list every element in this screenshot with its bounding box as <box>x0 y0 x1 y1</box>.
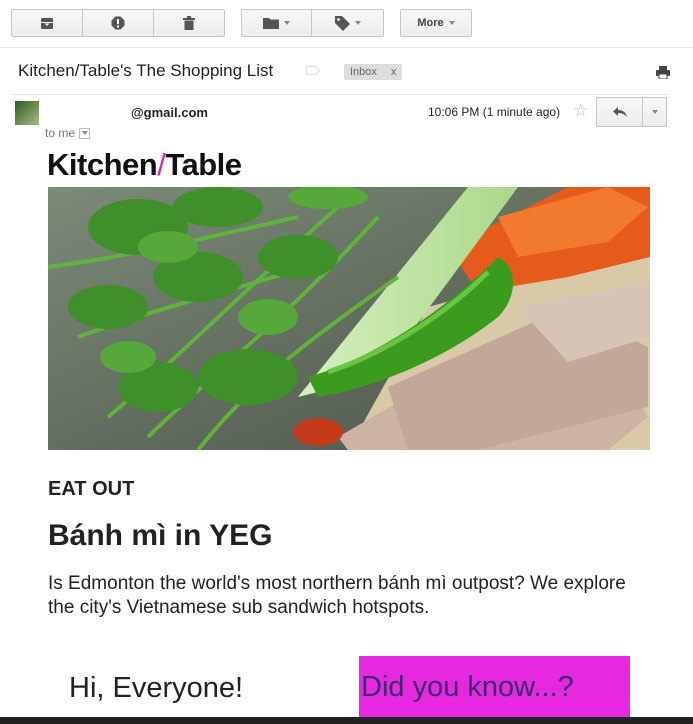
show-details-button[interactable] <box>79 127 91 139</box>
article-headline[interactable]: Bánh mì in YEG <box>48 519 273 553</box>
recipient-line: to me <box>45 126 91 140</box>
section-label: EAT OUT <box>48 478 135 500</box>
chevron-down-icon <box>354 21 361 25</box>
reply-group <box>596 97 667 127</box>
brand-part-kitchen: Kitchen <box>47 147 158 182</box>
sender-email[interactable]: @gmail.com <box>131 105 208 120</box>
email-subject: Kitchen/Table's The Shopping List <box>18 61 274 80</box>
star-icon[interactable]: ☆ <box>573 101 588 121</box>
chevron-down-icon <box>81 131 88 135</box>
move-to-button[interactable] <box>241 9 312 37</box>
did-you-know-box: Did you know...? <box>359 656 630 724</box>
more-label: More <box>417 17 444 29</box>
avatar[interactable] <box>15 101 39 125</box>
recipient-label: to me <box>45 126 76 140</box>
article-summary: Is Edmonton the world's most northern bá… <box>48 573 626 618</box>
chevron-down-icon <box>284 21 290 25</box>
reply-icon <box>612 107 627 117</box>
header-divider <box>12 94 668 95</box>
report-spam-button[interactable] <box>83 9 154 37</box>
report-spam-icon <box>111 16 125 30</box>
toolbar: More <box>0 0 693 48</box>
inbox-label-text: Inbox <box>350 66 377 78</box>
chevron-down-icon <box>448 21 455 25</box>
inbox-label-chip: Inbox x <box>344 64 403 80</box>
folder-icon <box>263 18 279 29</box>
delete-button[interactable] <box>154 9 225 37</box>
tag-icon <box>334 15 350 31</box>
remove-label-button[interactable]: x <box>391 66 397 78</box>
chevron-down-icon <box>651 110 658 114</box>
banh-mi-photo <box>48 187 650 450</box>
brand-logo[interactable]: Kitchen/Table <box>47 147 242 183</box>
more-options-button[interactable] <box>643 97 667 127</box>
print-icon[interactable] <box>656 66 670 79</box>
bottom-edge <box>0 717 693 724</box>
archive-icon <box>41 17 53 29</box>
brand-part-table: Table <box>165 147 242 182</box>
trash-icon <box>183 16 195 30</box>
important-marker-icon[interactable] <box>306 66 320 75</box>
timestamp: 10:06 PM (1 minute ago) <box>428 105 561 119</box>
archive-button[interactable] <box>11 9 83 37</box>
reply-button[interactable] <box>596 97 643 127</box>
greeting: Hi, Everyone! <box>69 672 244 704</box>
did-you-know-heading: Did you know...? <box>361 671 574 703</box>
hero-image[interactable] <box>48 187 650 450</box>
labels-button[interactable] <box>312 9 384 37</box>
more-button[interactable]: More <box>400 9 472 37</box>
subject-row: Kitchen/Table's The Shopping List Inbox … <box>0 48 693 92</box>
